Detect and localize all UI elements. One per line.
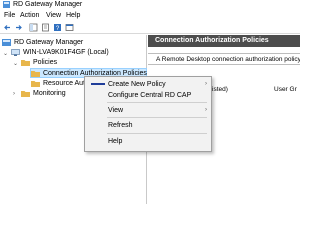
menu-item-configure-central-rd-cap[interactable]: Configure Central RD CAP	[85, 90, 211, 101]
expand-toggle-icon[interactable]: ⌄	[13, 60, 18, 67]
menu-item-help[interactable]: Help	[85, 136, 211, 147]
server-icon	[11, 49, 20, 56]
submenu-arrow-icon: ›	[205, 81, 207, 87]
properties-icon[interactable]	[41, 23, 50, 32]
pane-description: A Remote Desktop connection authorizatio…	[148, 53, 300, 65]
window-title: RD Gateway Manager	[13, 1, 83, 8]
menu-separator	[107, 133, 207, 134]
menu-item-refresh[interactable]: Refresh	[85, 120, 211, 131]
rd-gateway-icon	[2, 39, 11, 46]
title-bar: RD Gateway Manager	[0, 0, 300, 10]
menu-item-view[interactable]: View ›	[85, 105, 211, 116]
forward-icon[interactable]	[14, 23, 23, 32]
menu-action[interactable]: Action	[20, 12, 39, 19]
back-icon[interactable]	[3, 23, 12, 32]
menu-bar: File Action View Help	[0, 11, 300, 21]
menu-separator	[107, 117, 207, 118]
help-icon[interactable]: ?	[53, 23, 62, 32]
folder-icon	[21, 91, 30, 97]
rd-gateway-icon	[3, 1, 10, 8]
context-menu: Create New Policy › Configure Central RD…	[84, 76, 212, 152]
console-icon[interactable]	[65, 23, 74, 32]
folder-icon	[21, 60, 30, 66]
pointer-arrow-icon	[91, 83, 105, 85]
show-tree-icon[interactable]	[29, 23, 38, 32]
menu-separator	[107, 102, 207, 103]
submenu-arrow-icon: ›	[205, 107, 207, 113]
column-header-user-groups[interactable]: User Gr	[274, 86, 297, 93]
menu-item-create-new-policy[interactable]: Create New Policy ›	[85, 79, 211, 90]
collapse-toggle-icon[interactable]: ›	[13, 91, 15, 97]
folder-icon	[31, 81, 40, 87]
toolbar: ?	[0, 21, 300, 34]
tree-item-policies[interactable]: Policies	[21, 58, 81, 68]
pane-header: Connection Authorization Policies	[148, 35, 300, 47]
expand-toggle-icon[interactable]: ⌄	[3, 50, 8, 57]
tree-item-monitoring[interactable]: Monitoring	[21, 89, 81, 99]
tree-item-root[interactable]: RD Gateway Manager	[2, 38, 112, 48]
tree-item-server[interactable]: WIN-LVA9K01F4GF (Local)	[11, 48, 131, 58]
menu-view[interactable]: View	[46, 12, 61, 19]
folder-icon	[31, 71, 40, 77]
menu-file[interactable]: File	[4, 12, 15, 19]
menu-help[interactable]: Help	[66, 12, 80, 19]
